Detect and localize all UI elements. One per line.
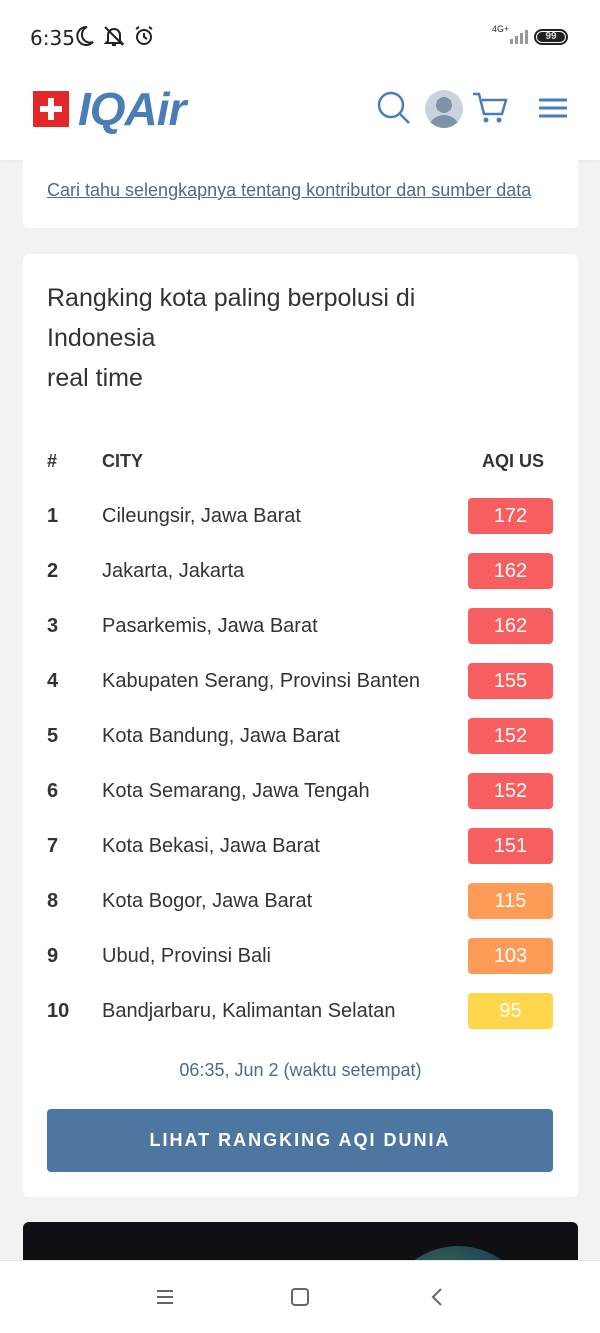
table-row[interactable]: 9 Ubud, Provinsi Bali 103 <box>23 938 578 993</box>
timestamp: 06:35, Jun 2 (waktu setempat) <box>179 1060 422 1080</box>
table-row[interactable]: 3 Pasarkemis, Jawa Barat 162 <box>23 608 578 663</box>
aqi-badge: 155 <box>468 663 553 699</box>
ranking-card: Rangking kota paling berpolusi di Indone… <box>23 254 578 1197</box>
aqi-badge: 152 <box>468 773 553 809</box>
back-icon[interactable] <box>426 1285 450 1309</box>
rank-number: 2 <box>47 560 59 582</box>
aqi-badge: 152 <box>468 718 553 754</box>
column-header-city: CITY <box>102 451 144 471</box>
aqi-badge: 162 <box>468 553 553 589</box>
search-icon[interactable] <box>374 88 414 128</box>
ranking-title: Rangking kota paling berpolusi di Indone… <box>47 284 416 392</box>
status-bar: 6:35 4G+ 99 <box>0 0 600 72</box>
rank-number: 4 <box>47 670 59 692</box>
aqi-badge: 151 <box>468 828 553 864</box>
city-name[interactable]: Cileungsir, Jawa Barat <box>102 498 301 534</box>
city-name[interactable]: Kota Bogor, Jawa Barat <box>102 883 312 919</box>
city-name[interactable]: Kota Bandung, Jawa Barat <box>102 718 340 754</box>
table-row[interactable]: 10 Bandjarbaru, Kalimantan Selatan 95 <box>23 993 578 1048</box>
alarm-icon <box>135 26 153 45</box>
bell-off-icon <box>103 26 125 46</box>
contributors-card: Cari tahu selengkapnya tentang kontribut… <box>23 160 578 228</box>
city-name[interactable]: Ubud, Provinsi Bali <box>102 938 271 974</box>
menu-icon[interactable] <box>535 88 575 128</box>
battery-icon: 99 <box>534 29 568 45</box>
logo-text[interactable]: IQAir <box>78 82 186 136</box>
table-row[interactable]: 8 Kota Bogor, Jawa Barat 115 <box>23 883 578 938</box>
table-row[interactable]: 7 Kota Bekasi, Jawa Barat 151 <box>23 828 578 883</box>
status-time: 6:35 <box>30 26 75 50</box>
home-icon[interactable] <box>288 1285 312 1309</box>
contributors-link[interactable]: Cari tahu selengkapnya tentang kontribut… <box>47 180 531 201</box>
swiss-flag-logo[interactable] <box>33 91 69 127</box>
column-header-aqi: AQI US <box>482 451 545 471</box>
site-header: IQAir <box>0 72 600 160</box>
rank-number: 9 <box>47 945 59 967</box>
rank-number: 8 <box>47 890 59 912</box>
signal-icon <box>510 30 528 44</box>
city-name[interactable]: Kota Semarang, Jawa Tengah <box>102 773 370 809</box>
table-row[interactable]: 1 Cileungsir, Jawa Barat 172 <box>23 498 578 553</box>
city-name[interactable]: Jakarta, Jakarta <box>102 553 244 589</box>
aqi-badge: 162 <box>468 608 553 644</box>
city-name[interactable]: Pasarkemis, Jawa Barat <box>102 608 318 644</box>
rank-number: 1 <box>47 505 59 527</box>
rank-number: 10 <box>47 1000 70 1022</box>
moon-icon <box>76 25 94 46</box>
aqi-badge: 115 <box>468 883 553 919</box>
city-name[interactable]: Kabupaten Serang, Provinsi Banten <box>102 663 420 699</box>
system-nav-bar <box>0 1260 600 1333</box>
table-row[interactable]: 6 Kota Semarang, Jawa Tengah 152 <box>23 773 578 828</box>
table-row[interactable]: 2 Jakarta, Jakarta 162 <box>23 553 578 608</box>
rank-number: 5 <box>47 725 59 747</box>
recents-icon[interactable] <box>153 1285 177 1309</box>
aqi-badge: 95 <box>468 993 553 1029</box>
aqi-badge: 103 <box>468 938 553 974</box>
aqi-badge: 172 <box>468 498 553 534</box>
cart-icon[interactable] <box>470 88 510 128</box>
rank-number: 3 <box>47 615 59 637</box>
network-indicator: 4G+ <box>492 24 528 46</box>
table-row[interactable]: 5 Kota Bandung, Jawa Barat 152 <box>23 718 578 773</box>
status-icons <box>72 24 156 48</box>
column-header-rank: # <box>47 451 58 471</box>
avatar[interactable] <box>425 90 463 128</box>
city-name[interactable]: Bandjarbaru, Kalimantan Selatan <box>102 993 396 1029</box>
table-row[interactable]: 4 Kabupaten Serang, Provinsi Banten 155 <box>23 663 578 718</box>
world-ranking-button[interactable]: LIHAT RANGKING AQI DUNIA <box>47 1109 553 1172</box>
rank-number: 6 <box>47 780 59 802</box>
city-name[interactable]: Kota Bekasi, Jawa Barat <box>102 828 320 864</box>
rank-number: 7 <box>47 835 59 857</box>
user-icon <box>429 97 459 128</box>
